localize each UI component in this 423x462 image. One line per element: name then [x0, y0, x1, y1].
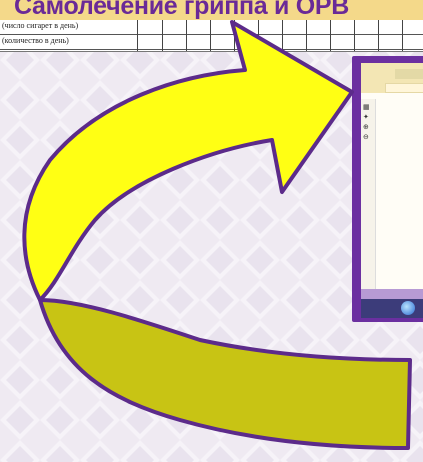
- curved-arrow: [22, 20, 412, 450]
- arrow-lower-band: [38, 298, 412, 450]
- arrow-body: [22, 20, 354, 302]
